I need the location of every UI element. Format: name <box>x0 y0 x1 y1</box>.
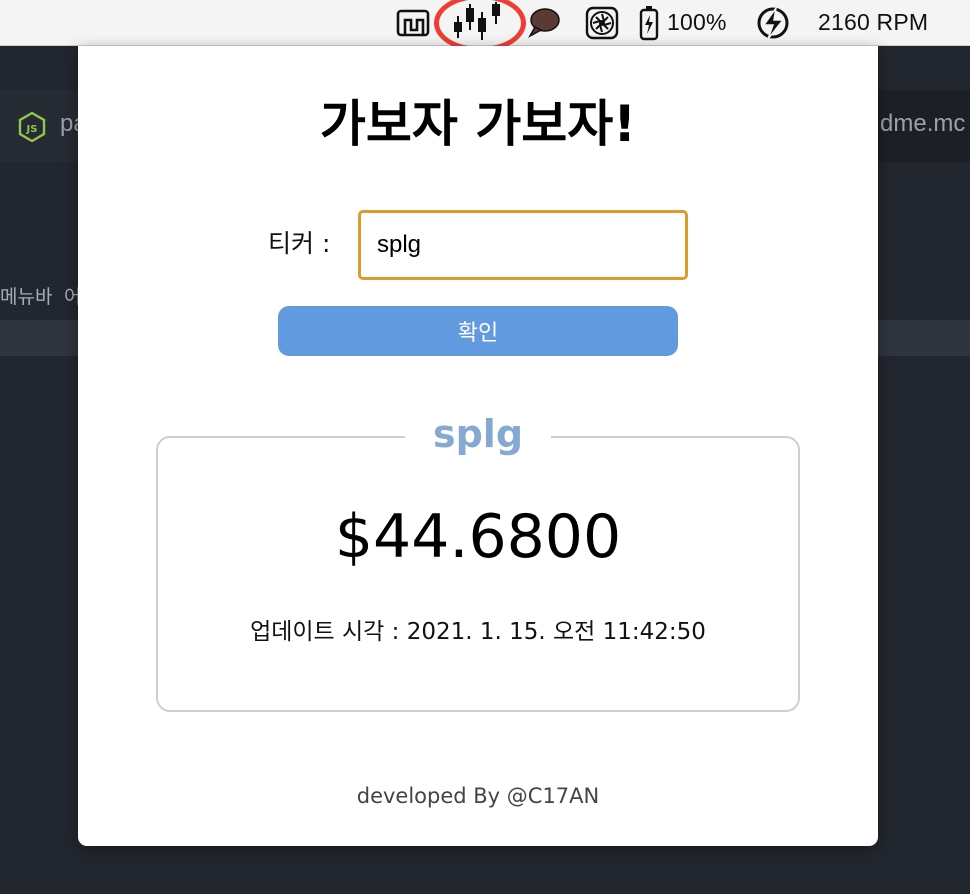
editor-tab-label-right[interactable]: dme.mc <box>880 110 965 138</box>
result-ticker-legend: splg <box>405 408 551 460</box>
stock-popup-panel: 가보자 가보자! 티커 : 확인 splg $44.6800 업데이트 시각 :… <box>78 46 878 846</box>
price-value: $44.6800 <box>334 502 622 572</box>
popup-title: 가보자 가보자! <box>319 95 637 153</box>
menu-bar: 100% 2160 RPM <box>0 0 970 52</box>
update-time: 업데이트 시각 : 2021. 1. 15. 오전 11:42:50 <box>250 619 706 645</box>
ticker-input[interactable] <box>358 210 688 280</box>
battery-charging-icon <box>639 6 659 41</box>
editor-tab[interactable]: JS pa <box>0 90 90 162</box>
battery-percentage: 100% <box>667 9 727 35</box>
highlight-annotation-ring <box>434 0 526 52</box>
ticker-label: 티커 : <box>268 229 331 258</box>
bolt-icon[interactable] <box>756 6 790 40</box>
dock-window-icon[interactable] <box>396 6 430 40</box>
editor-menu-text: 메뉴바 <box>0 286 53 308</box>
speech-bubble-icon[interactable] <box>527 6 561 38</box>
footer-credit: developed By @C17AN <box>356 784 600 808</box>
result-box: splg $44.6800 업데이트 시각 : 2021. 1. 15. 오전 … <box>156 408 800 712</box>
confirm-button[interactable]: 확인 <box>278 306 678 356</box>
svg-text:JS: JS <box>26 124 38 135</box>
fan-speed-readout: 2160 RPM <box>818 9 929 35</box>
nodejs-icon: JS <box>18 112 46 142</box>
fan-icon[interactable] <box>585 6 619 40</box>
